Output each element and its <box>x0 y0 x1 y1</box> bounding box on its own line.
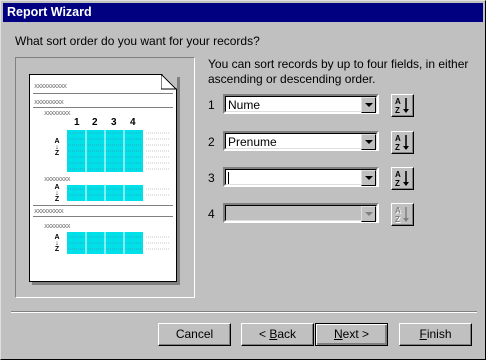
svg-text:A: A <box>395 206 401 215</box>
back-button[interactable]: < Back <box>241 323 314 346</box>
finish-button[interactable]: Finish <box>399 323 472 346</box>
report-preview-page: xxxxxxxxxx xxxxxxxxx xxxxxxxx 1 2 3 4 A ↓… <box>29 74 177 282</box>
sort-order-3-button[interactable]: A Z <box>391 167 414 190</box>
sort-level-number: 1 <box>208 98 215 112</box>
next-label-mnemonic: N <box>333 327 343 341</box>
sort-field-2-dropdown[interactable]: Prenume <box>223 131 379 151</box>
report-wizard-window: Report Wizard What sort order do you wan… <box>0 0 486 360</box>
finish-label-mnemonic: F <box>419 327 427 341</box>
dropdown-arrow-icon[interactable] <box>361 97 376 113</box>
svg-text:A: A <box>395 97 401 106</box>
dropdown-arrow-icon[interactable] <box>361 170 376 186</box>
sort-question: What sort order do you want for your rec… <box>15 34 260 48</box>
sort-ascending-icon: A Z <box>395 134 409 151</box>
button-separator <box>11 311 477 313</box>
sort-level-number: 2 <box>208 135 215 149</box>
sort-order-4-button[interactable]: A A Z Z <box>391 203 414 226</box>
next-label-rest: ext > <box>342 327 370 341</box>
cancel-button[interactable]: Cancel <box>158 323 231 346</box>
sort-ascending-icon: A Z <box>395 170 409 187</box>
svg-text:Z: Z <box>395 106 400 114</box>
next-button[interactable]: Next > <box>315 323 388 346</box>
sort-field-2-value: Prenume <box>228 135 277 149</box>
back-label-rest: ack <box>277 327 297 341</box>
dropdown-arrow-icon[interactable] <box>361 134 376 150</box>
sort-preview-panel: xxxxxxxxxx xxxxxxxxx xxxxxxxx 1 2 3 4 A ↓… <box>15 57 195 298</box>
text-cursor <box>228 172 229 184</box>
sort-description: You can sort records by up to four field… <box>208 57 469 86</box>
finish-label-rest: inish <box>426 327 452 341</box>
sort-ascending-icon: A Z <box>395 97 409 114</box>
sort-order-1-button[interactable]: A Z <box>391 94 414 117</box>
svg-text:Z: Z <box>395 143 400 151</box>
title-bar: Report Wizard <box>3 3 483 22</box>
sort-level-number: 4 <box>208 207 215 221</box>
dropdown-arrow-icon[interactable] <box>361 206 376 222</box>
back-label-prefix: < <box>258 327 270 341</box>
sort-field-3-dropdown[interactable] <box>223 167 379 187</box>
preview-cell-grid <box>68 130 170 254</box>
svg-text:A: A <box>395 134 401 143</box>
sort-level-number: 3 <box>208 171 215 185</box>
svg-text:Z: Z <box>395 179 400 187</box>
sort-field-1-dropdown[interactable]: Nume <box>223 94 379 114</box>
sort-field-1-value: Nume <box>228 98 261 112</box>
sort-field-4-dropdown[interactable] <box>223 203 379 223</box>
svg-text:Z: Z <box>395 215 400 223</box>
svg-text:A: A <box>395 170 401 179</box>
sort-ascending-icon: A A Z Z <box>395 206 409 223</box>
sort-order-2-button[interactable]: A Z <box>391 131 414 154</box>
